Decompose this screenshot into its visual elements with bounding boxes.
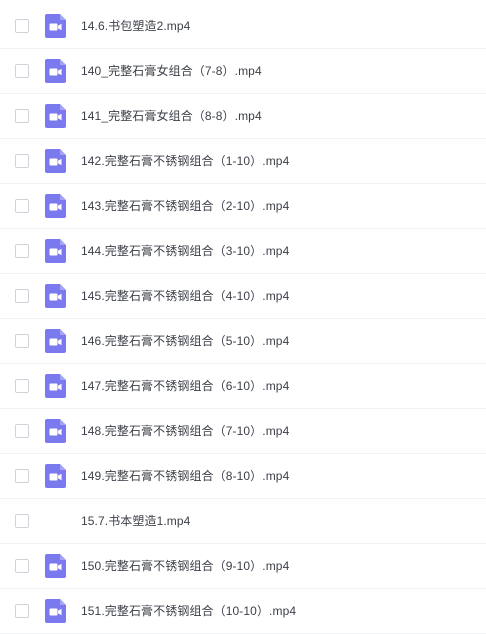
file-row[interactable]: 146.完整石膏不锈钢组合（5-10）.mp4 [0,319,486,364]
video-file-icon [45,329,66,353]
video-file-icon [45,554,66,578]
row-checkbox[interactable] [15,469,29,483]
file-row[interactable]: 145.完整石膏不锈钢组合（4-10）.mp4 [0,274,486,319]
video-file-icon [45,194,66,218]
file-row[interactable]: 14.6.书包塑造2.mp4 [0,4,486,49]
file-name[interactable]: 146.完整石膏不锈钢组合（5-10）.mp4 [81,333,289,349]
file-row[interactable]: 147.完整石膏不锈钢组合（6-10）.mp4 [0,364,486,409]
file-name[interactable]: 144.完整石膏不锈钢组合（3-10）.mp4 [81,243,289,259]
file-row[interactable]: 141_完整石膏女组合（8-8）.mp4 [0,94,486,139]
file-row[interactable]: 15.7.书本塑造1.mp4 [0,499,486,544]
video-file-icon [45,14,66,38]
file-row[interactable]: 142.完整石膏不锈钢组合（1-10）.mp4 [0,139,486,184]
row-checkbox[interactable] [15,424,29,438]
file-row[interactable]: 143.完整石膏不锈钢组合（2-10）.mp4 [0,184,486,229]
row-checkbox[interactable] [15,334,29,348]
row-checkbox[interactable] [15,379,29,393]
file-name[interactable]: 151.完整石膏不锈钢组合（10-10）.mp4 [81,603,296,619]
file-row[interactable]: 144.完整石膏不锈钢组合（3-10）.mp4 [0,229,486,274]
file-name[interactable]: 143.完整石膏不锈钢组合（2-10）.mp4 [81,198,289,214]
video-file-icon [45,374,66,398]
file-row[interactable]: 148.完整石膏不锈钢组合（7-10）.mp4 [0,409,486,454]
file-row[interactable]: 150.完整石膏不锈钢组合（9-10）.mp4 [0,544,486,589]
file-name[interactable]: 148.完整石膏不锈钢组合（7-10）.mp4 [81,423,289,439]
row-checkbox[interactable] [15,19,29,33]
video-file-icon [45,239,66,263]
row-checkbox[interactable] [15,244,29,258]
file-row[interactable]: 140_完整石膏女组合（7-8）.mp4 [0,49,486,94]
file-name[interactable]: 149.完整石膏不锈钢组合（8-10）.mp4 [81,468,289,484]
file-row[interactable]: 151.完整石膏不锈钢组合（10-10）.mp4 [0,589,486,634]
video-file-icon [45,149,66,173]
video-file-icon [45,59,66,83]
row-checkbox[interactable] [15,559,29,573]
video-file-icon [45,284,66,308]
video-file-icon [45,419,66,443]
row-checkbox[interactable] [15,64,29,78]
row-checkbox[interactable] [15,514,29,528]
row-checkbox[interactable] [15,154,29,168]
file-list: 14.6.书包塑造2.mp4 140_完整石膏女组合（7-8）.mp4 141_… [0,0,486,634]
file-name[interactable]: 142.完整石膏不锈钢组合（1-10）.mp4 [81,153,289,169]
file-name[interactable]: 150.完整石膏不锈钢组合（9-10）.mp4 [81,558,289,574]
file-name[interactable]: 141_完整石膏女组合（8-8）.mp4 [81,108,262,124]
video-file-icon [45,104,66,128]
file-name[interactable]: 145.完整石膏不锈钢组合（4-10）.mp4 [81,288,289,304]
file-name[interactable]: 147.完整石膏不锈钢组合（6-10）.mp4 [81,378,289,394]
row-checkbox[interactable] [15,604,29,618]
row-checkbox[interactable] [15,289,29,303]
row-checkbox[interactable] [15,109,29,123]
file-row[interactable]: 149.完整石膏不锈钢组合（8-10）.mp4 [0,454,486,499]
video-file-icon [45,464,66,488]
file-name[interactable]: 14.6.书包塑造2.mp4 [81,18,190,34]
file-name[interactable]: 15.7.书本塑造1.mp4 [81,513,190,529]
row-checkbox[interactable] [15,199,29,213]
video-file-icon [45,599,66,623]
file-name[interactable]: 140_完整石膏女组合（7-8）.mp4 [81,63,262,79]
